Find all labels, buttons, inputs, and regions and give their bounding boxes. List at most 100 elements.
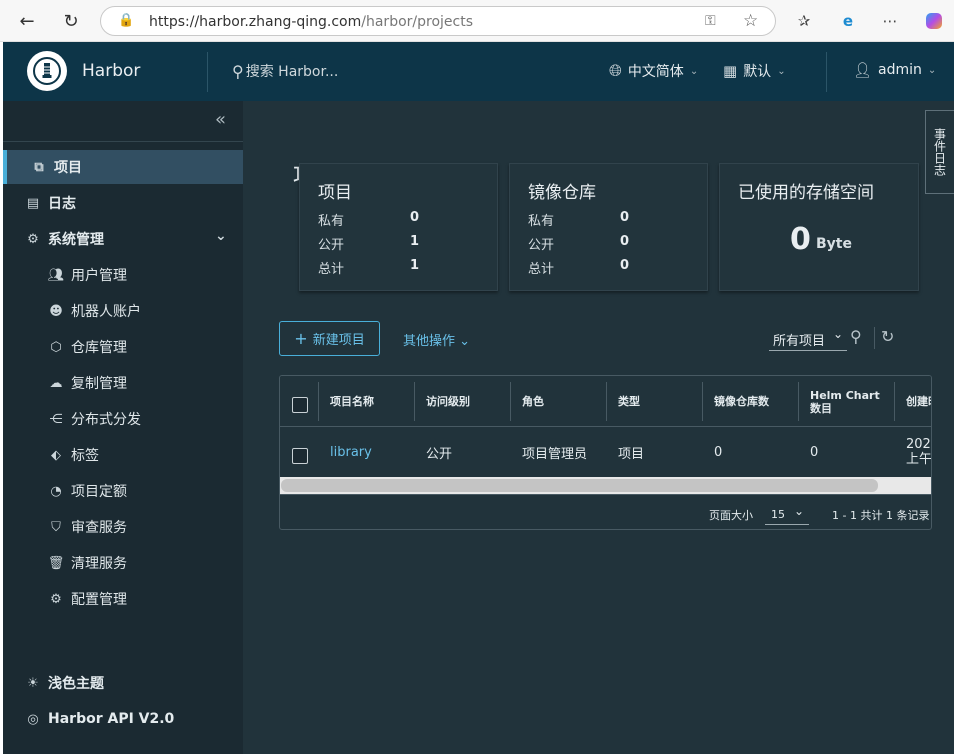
more-menu-icon[interactable]: ⋯ bbox=[880, 11, 900, 31]
stat-label: 私有 bbox=[528, 214, 555, 229]
key-icon[interactable]: ⚿ bbox=[705, 13, 716, 29]
column-header-chart-count[interactable]: Helm Chart 数目 bbox=[810, 376, 880, 427]
projects-table: 项目名称 访问级别 角色 类型 镜像仓库数 Helm Chart 数目 创建时 bbox=[279, 375, 932, 530]
sidebar-item-distributions[interactable]: ⋲ 分布式分发 bbox=[3, 402, 243, 436]
username: admin bbox=[878, 62, 922, 78]
global-search[interactable]: ⚲ 搜索 Harbor... bbox=[232, 61, 338, 81]
sidebar-item-label: 系统管理 bbox=[48, 232, 104, 248]
api-explorer-link[interactable]: ◎ Harbor API V2.0 bbox=[3, 702, 243, 736]
theme-toggle[interactable]: ☀ 浅色主题 bbox=[3, 666, 243, 700]
page-size-value: 15 bbox=[771, 508, 785, 521]
search-icon[interactable]: ⚲ bbox=[850, 327, 862, 346]
event-log-tab[interactable]: 事件日志 bbox=[925, 110, 954, 194]
access-level: 公开 bbox=[426, 446, 453, 462]
chevron-down-icon: ⌄ bbox=[689, 65, 699, 77]
user-menu[interactable]: 👤︎ admin ⌄ bbox=[853, 61, 936, 79]
favorites-icon[interactable]: ✰ bbox=[794, 11, 814, 31]
sidebar-item-label: 清理服务 bbox=[71, 556, 127, 572]
sidebar-item-label: 审查服务 bbox=[71, 520, 127, 536]
api-icon: ◎ bbox=[27, 711, 39, 727]
harbor-app: Harbor ⚲ 搜索 Harbor... 🌐︎ 中文简体 ⌄ ▦ 默认 ⌄ 👤… bbox=[3, 42, 954, 754]
language-selector[interactable]: 🌐︎ 中文简体 ⌄ bbox=[609, 61, 698, 81]
new-project-label: 新建项目 bbox=[312, 333, 365, 348]
address-bar[interactable]: 🔒 https://harbor.zhang-qing.com/harbor/p… bbox=[100, 6, 776, 36]
page-size-select[interactable]: 15 ⌄ bbox=[765, 503, 809, 525]
chevron-down-icon: ⌄ bbox=[794, 504, 805, 518]
sidebar-item-label: 日志 bbox=[48, 196, 76, 212]
stat-value: 1 bbox=[410, 234, 420, 249]
sidebar: « ⧉ 项目 ▤ 日志 ⚙ 系统管理 ⌄ 👥︎ 用户管理 ☻ 机器人账户 ⬡ 仓… bbox=[3, 101, 243, 754]
sidebar-item-projects[interactable]: ⧉ 项目 bbox=[3, 150, 243, 184]
card-title: 已使用的存储空间 bbox=[738, 183, 874, 203]
sidebar-item-logs[interactable]: ▤ 日志 bbox=[3, 186, 243, 220]
chevron-down-icon: ⌄ bbox=[459, 334, 471, 349]
chevron-down-icon: ⌄ bbox=[927, 64, 937, 76]
sidebar-item-clean-up[interactable]: 🗑︎ 清理服务 bbox=[3, 546, 243, 580]
event-log-label: 事件日志 bbox=[932, 128, 947, 176]
column-header-created[interactable]: 创建时 bbox=[906, 376, 931, 427]
globe-icon: 🌐︎ bbox=[609, 61, 622, 80]
chevron-down-icon[interactable]: ⌄ bbox=[215, 228, 227, 244]
url-text: https://harbor.zhang-qing.com/harbor/pro… bbox=[149, 14, 473, 30]
project-filter-select[interactable]: 所有项目 ⌄ bbox=[769, 327, 847, 351]
refresh-icon[interactable]: ↻ bbox=[881, 327, 894, 346]
replication-icon: ☁ bbox=[49, 375, 63, 391]
column-header-line: Helm Chart bbox=[810, 388, 880, 402]
sidebar-divider bbox=[3, 141, 243, 142]
quota-icon: ◔ bbox=[50, 483, 62, 499]
new-project-button[interactable]: + 新建项目 bbox=[279, 321, 380, 356]
lock-icon[interactable]: 🔒 bbox=[118, 13, 134, 28]
stat-value: 0 bbox=[410, 210, 420, 225]
column-header-role[interactable]: 角色 bbox=[522, 376, 544, 427]
refresh-icon[interactable]: ↻ bbox=[58, 8, 84, 34]
stat-value: 0 bbox=[620, 234, 630, 249]
harbor-logo-icon[interactable] bbox=[27, 51, 67, 91]
sidebar-item-administration[interactable]: ⚙ 系统管理 ⌄ bbox=[3, 222, 243, 256]
column-header-name[interactable]: 项目名称 bbox=[330, 376, 374, 427]
chart-count: 0 bbox=[810, 444, 819, 460]
datetime-label: 默认 bbox=[743, 64, 772, 80]
sidebar-item-robot-accounts[interactable]: ☻ 机器人账户 bbox=[3, 294, 243, 328]
back-icon[interactable]: ← bbox=[14, 8, 40, 34]
more-actions-dropdown[interactable]: 其他操作 ⌄ bbox=[403, 330, 470, 349]
sidebar-item-label: 配置管理 bbox=[71, 592, 127, 608]
sidebar-item-quotas[interactable]: ◔ 项目定额 bbox=[3, 474, 243, 508]
project-name-link[interactable]: library bbox=[330, 427, 372, 477]
copilot-icon[interactable] bbox=[924, 11, 944, 31]
sidebar-item-replications[interactable]: ☁ 复制管理 bbox=[3, 366, 243, 400]
column-header-type[interactable]: 类型 bbox=[618, 376, 640, 427]
sidebar-item-configuration[interactable]: ⚙ 配置管理 bbox=[3, 582, 243, 616]
row-select-checkbox[interactable] bbox=[292, 448, 308, 464]
app-header: Harbor ⚲ 搜索 Harbor... 🌐︎ 中文简体 ⌄ ▦ 默认 ⌄ 👤… bbox=[3, 42, 954, 101]
pagination-summary: 1 - 1 共计 1 条记录 bbox=[832, 509, 930, 522]
sidebar-item-label: 项目定额 bbox=[71, 484, 127, 500]
sidebar-item-users[interactable]: 👥︎ 用户管理 bbox=[3, 258, 243, 292]
header-divider bbox=[826, 52, 827, 92]
distribution-icon: ⋲ bbox=[49, 411, 63, 427]
column-separator bbox=[606, 382, 607, 421]
logs-icon: ▤ bbox=[26, 195, 40, 211]
column-separator bbox=[414, 382, 415, 421]
users-icon: 👥︎ bbox=[47, 267, 65, 283]
search-icon: ⚲ bbox=[232, 61, 244, 81]
edge-collections-icon[interactable]: e bbox=[838, 11, 858, 31]
horizontal-scrollbar[interactable] bbox=[280, 477, 931, 494]
chevron-down-icon: ⌄ bbox=[833, 327, 844, 341]
column-header-repo-count[interactable]: 镜像仓库数 bbox=[714, 376, 769, 427]
collapse-sidebar-icon[interactable]: « bbox=[215, 109, 226, 130]
sidebar-item-registries[interactable]: ⬡ 仓库管理 bbox=[3, 330, 243, 364]
sidebar-item-labels[interactable]: ⬖ 标签 bbox=[3, 438, 243, 472]
scrollbar-thumb[interactable] bbox=[281, 479, 878, 492]
search-placeholder: 搜索 Harbor... bbox=[245, 64, 339, 80]
favorite-star-icon[interactable]: ☆ bbox=[743, 11, 758, 31]
trash-icon: 🗑︎ bbox=[47, 555, 65, 571]
stat-label: 总计 bbox=[318, 262, 345, 277]
datetime-selector[interactable]: ▦ 默认 ⌄ bbox=[723, 61, 786, 81]
column-header-access[interactable]: 访问级别 bbox=[426, 376, 470, 427]
sidebar-item-interrogation[interactable]: ⛉ 审查服务 bbox=[3, 510, 243, 544]
admin-icon: ⚙ bbox=[27, 231, 39, 247]
brand-title[interactable]: Harbor bbox=[82, 61, 140, 81]
page-size-label: 页面大小 bbox=[709, 509, 753, 522]
select-all-checkbox[interactable] bbox=[292, 397, 308, 413]
toolbar-divider bbox=[874, 327, 875, 349]
